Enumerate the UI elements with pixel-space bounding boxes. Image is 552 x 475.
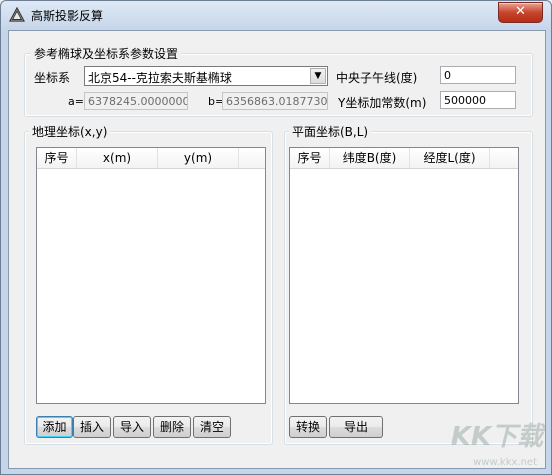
watermark-logo: KK下载 www.kkx.net: [423, 416, 543, 468]
plane-coords-table[interactable]: 序号 纬度B(度) 经度L(度): [289, 147, 519, 404]
add-button[interactable]: 添加: [36, 416, 73, 438]
chevron-down-icon[interactable]: ▼: [310, 68, 326, 84]
plane-table-header: 序号 纬度B(度) 经度L(度): [290, 148, 518, 169]
geo-col-index[interactable]: 序号: [37, 148, 77, 168]
central-meridian-label: 中央子午线(度): [336, 71, 418, 85]
geo-col-filler: [239, 148, 265, 168]
coord-system-label: 坐标系: [34, 71, 71, 85]
convert-button[interactable]: 转换: [289, 416, 327, 438]
close-icon: ✕: [515, 4, 526, 19]
semi-major-axis-field[interactable]: 6378245.000000000: [84, 92, 188, 110]
import-button[interactable]: 导入: [113, 416, 151, 438]
delete-button[interactable]: 删除: [153, 416, 191, 438]
semi-minor-axis-field[interactable]: 6356863.018773047: [222, 92, 328, 110]
geo-table-header: 序号 x(m) y(m): [37, 148, 265, 169]
plane-col-latitude[interactable]: 纬度B(度): [330, 148, 410, 168]
coord-system-value: 北京54--克拉索夫斯基椭球: [88, 71, 232, 85]
geo-coords-table[interactable]: 序号 x(m) y(m): [36, 147, 266, 404]
y-offset-input[interactable]: 500000: [440, 91, 516, 109]
plane-col-filler: [490, 148, 518, 168]
params-group-title: 参考椭球及坐标系参数设置: [31, 45, 182, 62]
plane-coords-group-title: 平面坐标(B,L): [289, 123, 372, 140]
plane-col-longitude[interactable]: 经度L(度): [410, 148, 490, 168]
close-button[interactable]: ✕: [498, 2, 543, 23]
geo-col-x[interactable]: x(m): [77, 148, 158, 168]
app-window: 高斯投影反算 ✕ 参考椭球及坐标系参数设置 坐标系 北京54--克拉索夫斯基椭球…: [0, 0, 552, 475]
warning-triangle-icon: [9, 7, 25, 22]
a-label: a=: [68, 95, 84, 108]
export-button[interactable]: 导出: [329, 416, 383, 438]
watermark-text: KK下载: [450, 422, 543, 452]
client-area: 参考椭球及坐标系参数设置 坐标系 北京54--克拉索夫斯基椭球 ▼ 中央子午线(…: [8, 30, 546, 469]
geo-col-y[interactable]: y(m): [158, 148, 239, 168]
clear-button[interactable]: 清空: [193, 416, 231, 438]
y-offset-label: Y坐标加常数(m): [338, 96, 427, 110]
watermark-url: www.kkx.net: [473, 457, 537, 468]
plane-col-index[interactable]: 序号: [290, 148, 330, 168]
geo-coords-group-title: 地理坐标(x,y): [29, 123, 111, 140]
central-meridian-input[interactable]: 0: [440, 66, 516, 84]
window-title: 高斯投影反算: [31, 9, 104, 23]
coord-system-select[interactable]: 北京54--克拉索夫斯基椭球 ▼: [84, 66, 328, 86]
title-bar[interactable]: 高斯投影反算 ✕: [1, 1, 551, 29]
insert-button[interactable]: 插入: [73, 416, 111, 438]
